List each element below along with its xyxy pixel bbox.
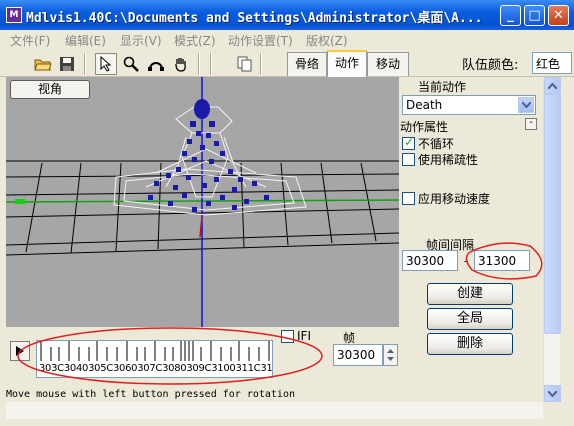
timeline-ruler[interactable]: 303C3040305C3060307C3080309C3100311C3120… [36,340,273,378]
toolbar-separator [198,53,200,75]
window-title: Mdlvis1.40C:\Documents and Settings\Admi… [26,11,483,26]
scroll-down-icon[interactable] [544,385,561,402]
chevron-down-icon[interactable] [518,97,534,113]
play-icon [16,346,24,356]
toolbar-separator [210,53,212,75]
zoom-icon[interactable] [120,53,142,75]
tab-bones[interactable]: 骨络 [287,52,327,76]
title-bar: M Mdlvis1.40C:\Documents and Settings\Ad… [0,0,574,30]
rotate-icon[interactable] [145,53,167,75]
current-action-select[interactable]: Death [402,95,536,115]
hand-icon[interactable] [170,53,192,75]
vertices [148,99,269,212]
ifi-checkbox[interactable] [281,330,294,343]
menu-view[interactable]: 显示(V) [120,32,162,49]
ifi-label: IFI [297,329,311,343]
toolbar-separator [260,53,262,75]
sparse-label: 使用稀疏性 [418,153,479,167]
menu-mode[interactable]: 模式(Z) [174,32,216,49]
scroll-up-icon[interactable] [544,77,561,94]
frame-separator: - [464,254,469,268]
scrollbar-thumb[interactable] [544,94,561,334]
move-speed-label: 应用移动速度 [418,192,491,206]
menu-file[interactable]: 文件(F) [10,32,50,49]
menu-edit[interactable]: 编辑(E) [65,32,106,49]
minimize-button[interactable]: _ [500,5,521,26]
frame-start-input[interactable]: 30300 [402,250,458,271]
team-color-label: 队伍颜色: [462,58,519,73]
view-angle-button[interactable]: 视角 [10,80,90,99]
copy-icon[interactable] [234,53,256,75]
frame-stepper[interactable] [383,344,398,366]
frame-end-input[interactable]: 31300 [474,250,530,271]
current-action-label: 当前动作 [418,80,467,94]
timeline-labels: 303C3040305C3060307C3080309C3100311C3120… [39,363,273,374]
action-properties-label: 动作属性 [400,120,449,134]
current-action-value: Death [406,98,443,112]
spin-arrows-icon [387,349,394,361]
save-icon[interactable] [56,53,78,75]
collapse-button[interactable]: - [525,118,537,130]
global-button[interactable]: 全局 [427,308,513,330]
app-icon[interactable]: M [6,7,22,23]
no-loop-checkbox[interactable] [402,135,415,150]
move-speed-clip: 应用移动速度 [418,190,525,207]
delete-button[interactable]: 删除 [427,333,513,355]
vertical-scrollbar[interactable] [543,77,561,402]
model-scene [6,77,399,327]
toolbar-separator [84,53,86,75]
horizontal-scrollbar[interactable] [6,402,543,419]
pointer-icon[interactable] [95,53,117,75]
no-loop-label: 不循环 [418,137,455,151]
close-button[interactable]: ✕ [548,5,569,26]
menu-copyright[interactable]: 版权(Z) [306,32,348,49]
open-folder-icon[interactable] [32,53,54,75]
frame-input[interactable]: 30300 [333,344,383,366]
3d-viewport[interactable] [6,77,399,327]
move-speed-checkbox[interactable] [402,192,415,205]
create-button[interactable]: 创建 [427,283,513,305]
menu-action-settings[interactable]: 动作设置(T) [228,32,293,49]
timeline-tick-labels: 303C3040305C3060307C3080309C3100311C3120 [39,363,273,374]
menu-bar: 文件(F) 编辑(E) 显示(V) 模式(Z) 动作设置(T) 版权(Z) [0,30,574,50]
tab-animation[interactable]: 动作 [327,50,367,77]
sparse-checkbox[interactable] [402,153,415,166]
timeline-ticks [40,341,270,361]
team-color-select[interactable]: 红色 [532,52,572,74]
maximize-button[interactable]: □ [524,5,545,26]
play-button[interactable] [10,341,30,361]
tab-move[interactable]: 移动 [367,52,409,76]
status-text: Move mouse with left button pressed for … [6,389,295,400]
